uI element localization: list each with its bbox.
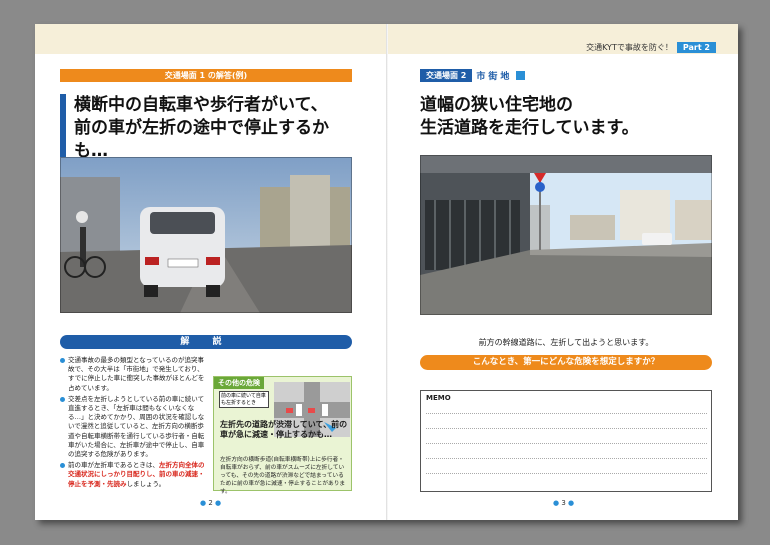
running-header: 交通KYTで事故を防ぐ！ Part 2: [586, 42, 716, 53]
other-danger-description: 左折方向の横断歩道(自転車横断帯)上に歩行者・自転車がおらず、前の車がスムーズに…: [220, 457, 346, 495]
part-badge: Part 2: [676, 42, 716, 53]
memo-line: [426, 473, 707, 474]
dashcam-photo-left: [60, 157, 352, 313]
scene-tag: 市街地: [476, 72, 513, 82]
scene-label-right: 交通場面 2 市街地: [420, 69, 526, 82]
memo-line: [426, 413, 707, 414]
bullet-1: 交通事故の最多の類型となっているのが追突事故で、その大半は「市街地」で発生してお…: [60, 356, 210, 393]
diagram-note: 前の車に続いて自車も左折するとき: [219, 391, 269, 408]
running-header-title: 交通KYTで事故を防ぐ！: [586, 43, 673, 52]
bullet-3-lead: 前の車が左折車であるときは、: [68, 461, 159, 470]
right-headline-line-2: 生活道路を走行しています。: [420, 118, 639, 138]
question-bar: こんなとき、第一にどんな危険を想定しますか？: [420, 355, 712, 370]
right-headline: 道幅の狭い住宅地の 生活道路を走行しています。: [420, 94, 720, 140]
right-headline-line-1: 道幅の狭い住宅地の: [420, 95, 573, 115]
other-danger-box: その他の危険 前の車に続いて自車も左折するとき 左折先の道路が渋滞していて、前の…: [213, 376, 352, 495]
memo-line: [426, 443, 707, 444]
bullet-2: 交差点を左折しようとしている前の車に続いて直進するとき、「左折車は間もなくいなく…: [60, 395, 210, 459]
scene-answer-label: 交通場面 1 の解答(例): [60, 69, 352, 82]
section-title-bar: 解 説: [60, 335, 352, 349]
left-headline-line-1: 横断中の自転車や歩行者がいて、: [74, 95, 328, 115]
memo-line: [426, 428, 707, 429]
other-danger-title: 左折先の道路が渋滞していて、前の車が急に減速・停止するかも…: [220, 420, 348, 439]
dashcam-photo-right: [420, 155, 712, 315]
scene-caption: 前方の幹線道路に、左折して出ようと思います。: [478, 338, 654, 347]
explanation-bullets: 交通事故の最多の類型となっているのが追突事故で、その大半は「市街地」で発生してお…: [60, 356, 210, 491]
other-danger-label: その他の危険: [214, 377, 264, 389]
scene-number-box: 交通場面 2: [420, 69, 473, 82]
memo-box[interactable]: MEMO: [420, 390, 712, 492]
book-spread: 交通KYTで事故を防ぐ！ Part 2 交通場面 1 の解答(例) 横断中の自転…: [35, 24, 738, 520]
bullet-3-tail: しましょう。: [126, 479, 166, 488]
memo-label: MEMO: [426, 394, 451, 402]
memo-line: [426, 458, 707, 459]
page-gutter: [386, 24, 388, 520]
left-headline: 横断中の自転車や歩行者がいて、 前の車が左折の途中で停止するかも…: [60, 94, 360, 163]
page-number-left: ● 2 ●: [200, 499, 222, 507]
page-number-right: ● 3 ●: [553, 499, 575, 507]
bullet-3: 前の車が左折車であるときは、左折方向全体の交通状況にしっかり目配りし、前の車の減…: [60, 461, 210, 489]
scene-square-marker: [516, 71, 526, 80]
